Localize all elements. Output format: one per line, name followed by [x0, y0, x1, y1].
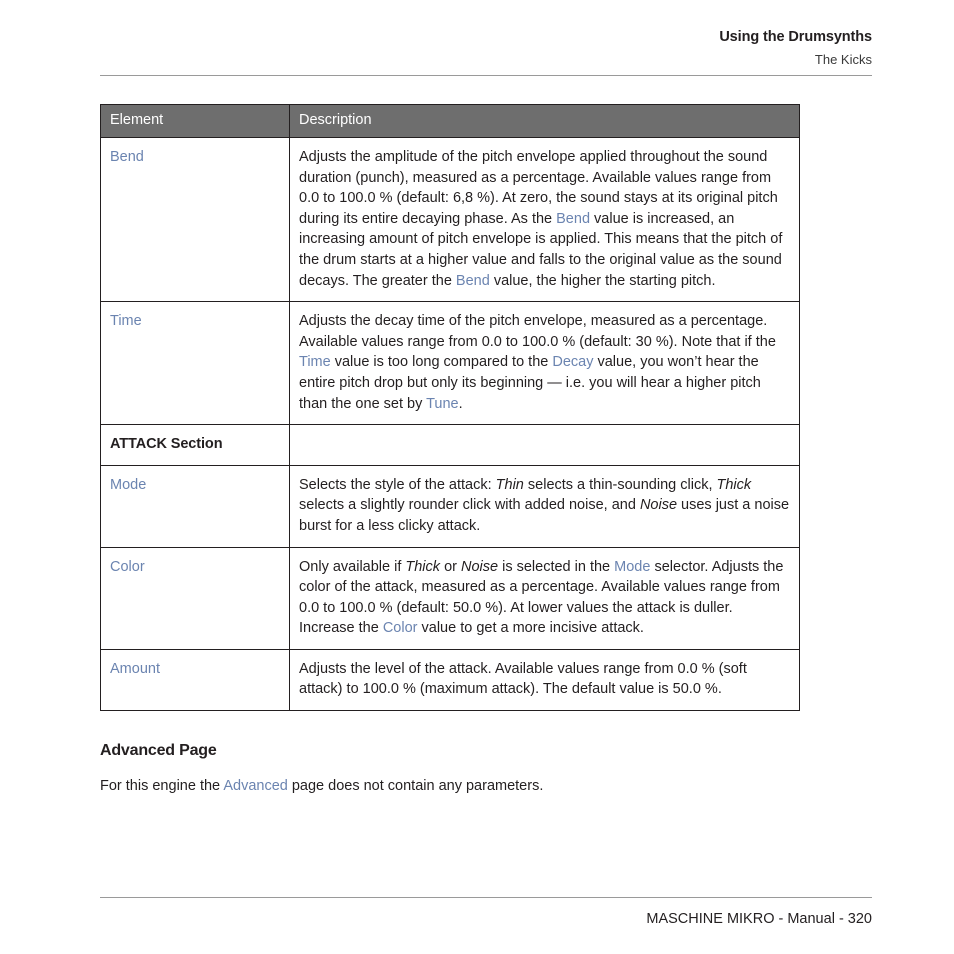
table-row: Time Adjusts the decay time of the pitch … — [100, 301, 800, 425]
emphasis-text: Noise — [639, 497, 678, 514]
table-row: Amount Adjusts the level of the attack. A… — [100, 648, 800, 711]
emphasis-text: Thin — [495, 476, 524, 493]
cell-description: Adjusts the amplitude of the pitch envel… — [290, 138, 800, 302]
table-row: Color Only available if Thick or Noise is… — [100, 546, 800, 650]
table-header: Element Description — [100, 104, 800, 138]
text-run: Selects the style of the attack: — [299, 476, 496, 493]
running-header: Using the Drumsynths The Kicks — [100, 28, 872, 69]
cell-element: Time — [100, 301, 290, 425]
cell-description: Adjusts the decay time of the pitch enve… — [289, 301, 800, 425]
running-header-subtitle: The Kicks — [814, 52, 872, 67]
parameter-name-link[interactable]: Amount — [110, 661, 160, 677]
cell-description: Adjusts the level of the attack. Availab… — [289, 648, 800, 711]
text-run: value, the higher the starting pitch. — [489, 272, 716, 289]
cell-description — [289, 424, 800, 466]
emphasis-text: Thick — [716, 476, 752, 493]
cross-reference-link[interactable]: Mode — [614, 559, 650, 575]
parameter-name-link[interactable]: Mode — [110, 477, 146, 493]
header-divider-rule — [100, 75, 872, 76]
table-body: Bend Adjusts the amplitude of the pitch e… — [100, 137, 800, 711]
parameter-table: Element Description Bend Adjusts the ampl… — [100, 104, 800, 712]
section-label: ATTACK Section — [110, 436, 223, 453]
table-row: Mode Selects the style of the attack: Thi… — [100, 464, 800, 547]
text-run: or — [440, 558, 461, 575]
table-header-row: Element Description — [100, 104, 800, 138]
cross-reference-link[interactable]: Bend — [456, 273, 490, 289]
text-run: selects a thin-sounding click, — [523, 476, 717, 493]
cell-description: Only available if Thick or Noise is sele… — [289, 546, 800, 650]
text-run: For this engine the — [100, 778, 224, 794]
cross-reference-link[interactable]: Tune — [426, 396, 459, 412]
cross-reference-link[interactable]: Bend — [556, 211, 590, 227]
text-run: page does not contain any parameters. — [287, 778, 544, 794]
text-run: is selected in the — [498, 558, 615, 575]
text-run: value is too long compared to the — [330, 354, 553, 371]
table-row: Bend Adjusts the amplitude of the pitch e… — [100, 137, 800, 302]
advanced-page-paragraph: For this engine the Advanced page does n… — [100, 776, 800, 797]
emphasis-text: Thick — [405, 558, 441, 575]
emphasis-text: Noise — [461, 558, 499, 575]
parameter-name-link[interactable]: Bend — [110, 149, 144, 165]
column-header-element: Element — [100, 104, 290, 138]
cross-reference-link[interactable]: Advanced — [223, 778, 288, 794]
running-header-title: Using the Drumsynths — [719, 29, 872, 45]
cell-element: Color — [100, 546, 290, 650]
advanced-page-heading: Advanced Page — [100, 742, 217, 759]
text-run: value to get a more incisive attack. — [417, 620, 644, 637]
cross-reference-link[interactable]: Time — [299, 354, 331, 370]
text-run: . — [458, 395, 463, 412]
manual-page: Using the Drumsynths The Kicks Element D… — [0, 0, 954, 954]
text-run: Adjusts the level of the attack. Availab… — [299, 660, 747, 698]
cell-element: Amount — [100, 648, 290, 711]
table-row: ATTACK Section — [100, 424, 800, 466]
parameter-name-link[interactable]: Color — [110, 559, 145, 575]
text-run: Only available if — [299, 558, 406, 575]
text-run: selects a slightly rounder click with ad… — [299, 497, 640, 514]
footer-divider-rule — [100, 897, 872, 898]
footer-text: MASCHINE MIKRO - Manual - 320 — [646, 911, 872, 927]
text-run: Adjusts the decay time of the pitch enve… — [299, 313, 776, 350]
parameter-name-link[interactable]: Time — [110, 313, 142, 329]
cell-element: Bend — [100, 137, 290, 302]
column-header-description: Description — [289, 104, 800, 138]
cross-reference-link[interactable]: Decay — [552, 354, 593, 370]
cross-reference-link[interactable]: Color — [383, 620, 418, 636]
cell-description: Selects the style of the attack: Thin se… — [289, 464, 800, 547]
cell-element: ATTACK Section — [100, 424, 290, 466]
cell-element: Mode — [100, 464, 290, 547]
